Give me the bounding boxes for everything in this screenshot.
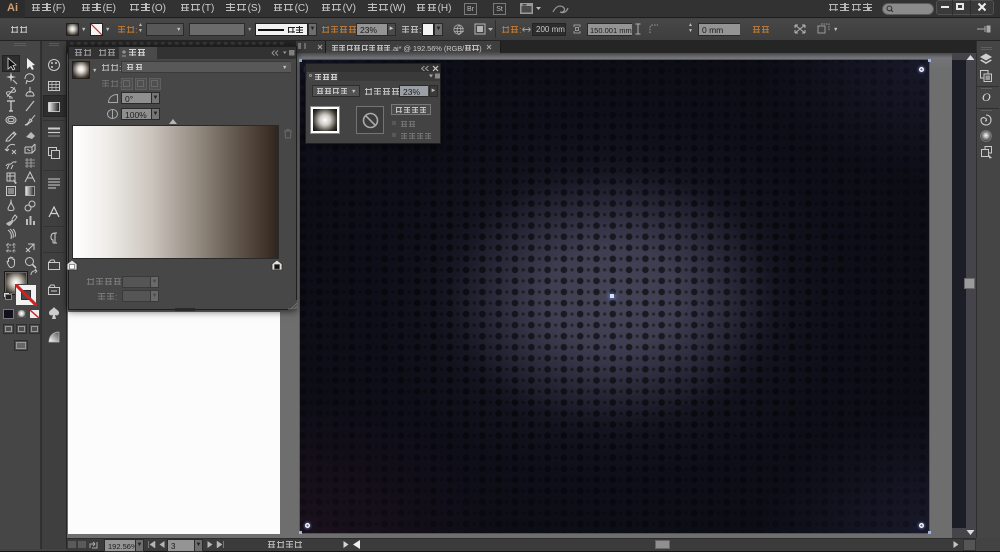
- svg-text:O: O: [982, 90, 991, 104]
